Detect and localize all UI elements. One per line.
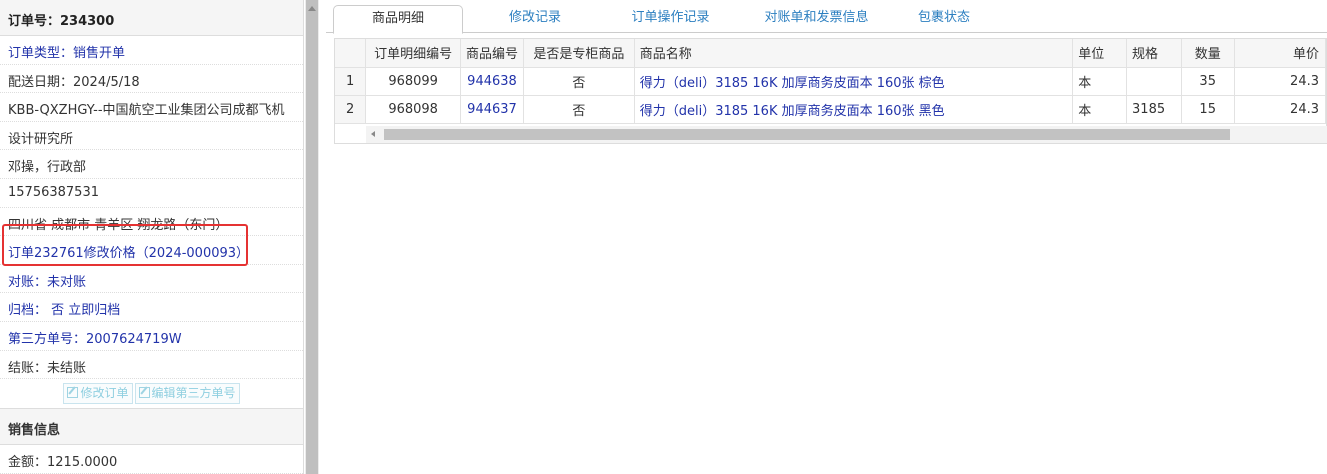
detail-area: 商品明细 修改记录 订单操作记录 对账单和发票信息 包裹状态 订单明细编号 商品… (326, 0, 1327, 474)
order-detail-view: 订单号：234300 订单类型：销售开单 配送日期：2024/5/18 KBB-… (0, 0, 1327, 474)
column-header[interactable]: 是否是专柜商品 (523, 39, 635, 68)
reconcile-status[interactable]: 对账：未对账 (0, 265, 303, 294)
edit-order-button[interactable]: 修改订单 (63, 383, 133, 405)
customer-line-1: KBB-QXZHGY--中国航空工业集团公司成都飞机 (0, 93, 303, 122)
tab-package-status[interactable]: 包裹状态 (904, 5, 984, 33)
delivery-date: 配送日期：2024/5/18 (0, 65, 303, 94)
order-number-header: 订单号：234300 (0, 0, 303, 36)
detail-no-cell: 968098 (365, 95, 462, 124)
product-name-link[interactable]: 得力（deli）3185 16K 加厚商务皮面本 160张 黑色 (634, 95, 1074, 124)
column-header[interactable]: 规格 (1126, 39, 1182, 68)
scroll-left-icon[interactable] (371, 131, 375, 137)
column-header[interactable]: 商品编号 (460, 39, 524, 68)
table-row[interactable]: 2 968098 944637 否 得力（deli）3185 16K 加厚商务皮… (335, 95, 1327, 124)
contact: 邓操，行政部 (0, 150, 303, 179)
counter-cell: 否 (523, 95, 635, 124)
order-info-panel: 订单号：234300 订单类型：销售开单 配送日期：2024/5/18 KBB-… (0, 0, 304, 474)
product-no-link[interactable]: 944638 (460, 67, 524, 96)
product-name-link[interactable]: 得力（deli）3185 16K 加厚商务皮面本 160张 棕色 (634, 67, 1074, 96)
spec-cell: 3185 (1126, 95, 1182, 124)
settle-status: 结账：未结账 (0, 351, 303, 380)
edit-third-party-label: 编辑第三方单号 (151, 386, 236, 401)
panel-splitter[interactable] (305, 0, 319, 474)
product-grid: 订单明细编号 商品编号 是否是专柜商品 商品名称 单位 规格 数量 单价 1 9… (334, 38, 1327, 144)
edit-icon (67, 387, 79, 399)
row-number-header (335, 39, 367, 68)
row-number: 1 (335, 67, 367, 96)
row-number: 2 (335, 95, 367, 124)
price-cell: 24.3 (1234, 95, 1327, 124)
tab-product-detail[interactable]: 商品明细 (333, 5, 463, 34)
column-header[interactable]: 商品名称 (634, 39, 1074, 68)
sales-info-header: 销售信息 (0, 409, 303, 446)
edit-order-label: 修改订单 (80, 386, 129, 401)
customer-line-2: 设计研究所 (0, 122, 303, 151)
product-no-link[interactable]: 944637 (460, 95, 524, 124)
tab-change-log[interactable]: 修改记录 (490, 5, 580, 33)
action-buttons: 修改订单 编辑第三方单号 (0, 379, 303, 410)
table-header-row: 订单明细编号 商品编号 是否是专柜商品 商品名称 单位 规格 数量 单价 (335, 39, 1327, 68)
tab-statement-invoice[interactable]: 对账单和发票信息 (744, 5, 889, 33)
detail-no-cell: 968099 (365, 67, 462, 96)
order-type: 订单类型：销售开单 (0, 36, 303, 65)
qty-cell: 35 (1181, 67, 1235, 96)
collapse-arrow-icon[interactable] (308, 6, 316, 11)
table-row[interactable]: 1 968099 944638 否 得力（deli）3185 16K 加厚商务皮… (335, 67, 1327, 96)
splitter-bar[interactable] (306, 0, 318, 474)
column-header[interactable]: 数量 (1181, 39, 1235, 68)
spec-cell (1126, 67, 1182, 96)
product-table: 订单明细编号 商品编号 是否是专柜商品 商品名称 单位 规格 数量 单价 1 9… (335, 39, 1327, 124)
tab-operation-log[interactable]: 订单操作记录 (618, 5, 723, 33)
edit-icon (138, 387, 150, 399)
column-header[interactable]: 单价 (1234, 39, 1327, 68)
amount: 金额：1215.0000 (0, 445, 303, 474)
highlight-annotation (2, 224, 248, 266)
tab-bar: 商品明细 修改记录 订单操作记录 对账单和发票信息 包裹状态 (326, 0, 1327, 34)
horizontal-scrollbar[interactable] (366, 126, 1327, 143)
third-party-number[interactable]: 第三方单号：2007624719W (0, 322, 303, 351)
column-header[interactable]: 单位 (1072, 39, 1128, 68)
price-cell: 24.3 (1234, 67, 1327, 96)
unit-cell: 本 (1072, 67, 1128, 96)
qty-cell: 15 (1181, 95, 1235, 124)
phone: 15756387531 (0, 179, 303, 208)
archive-status[interactable]: 归档： 否 立即归档 (0, 293, 303, 322)
scrollbar-thumb[interactable] (384, 129, 1230, 140)
edit-third-party-button[interactable]: 编辑第三方单号 (134, 383, 240, 405)
counter-cell: 否 (523, 67, 635, 96)
unit-cell: 本 (1072, 95, 1128, 124)
column-header[interactable]: 订单明细编号 (365, 39, 462, 68)
